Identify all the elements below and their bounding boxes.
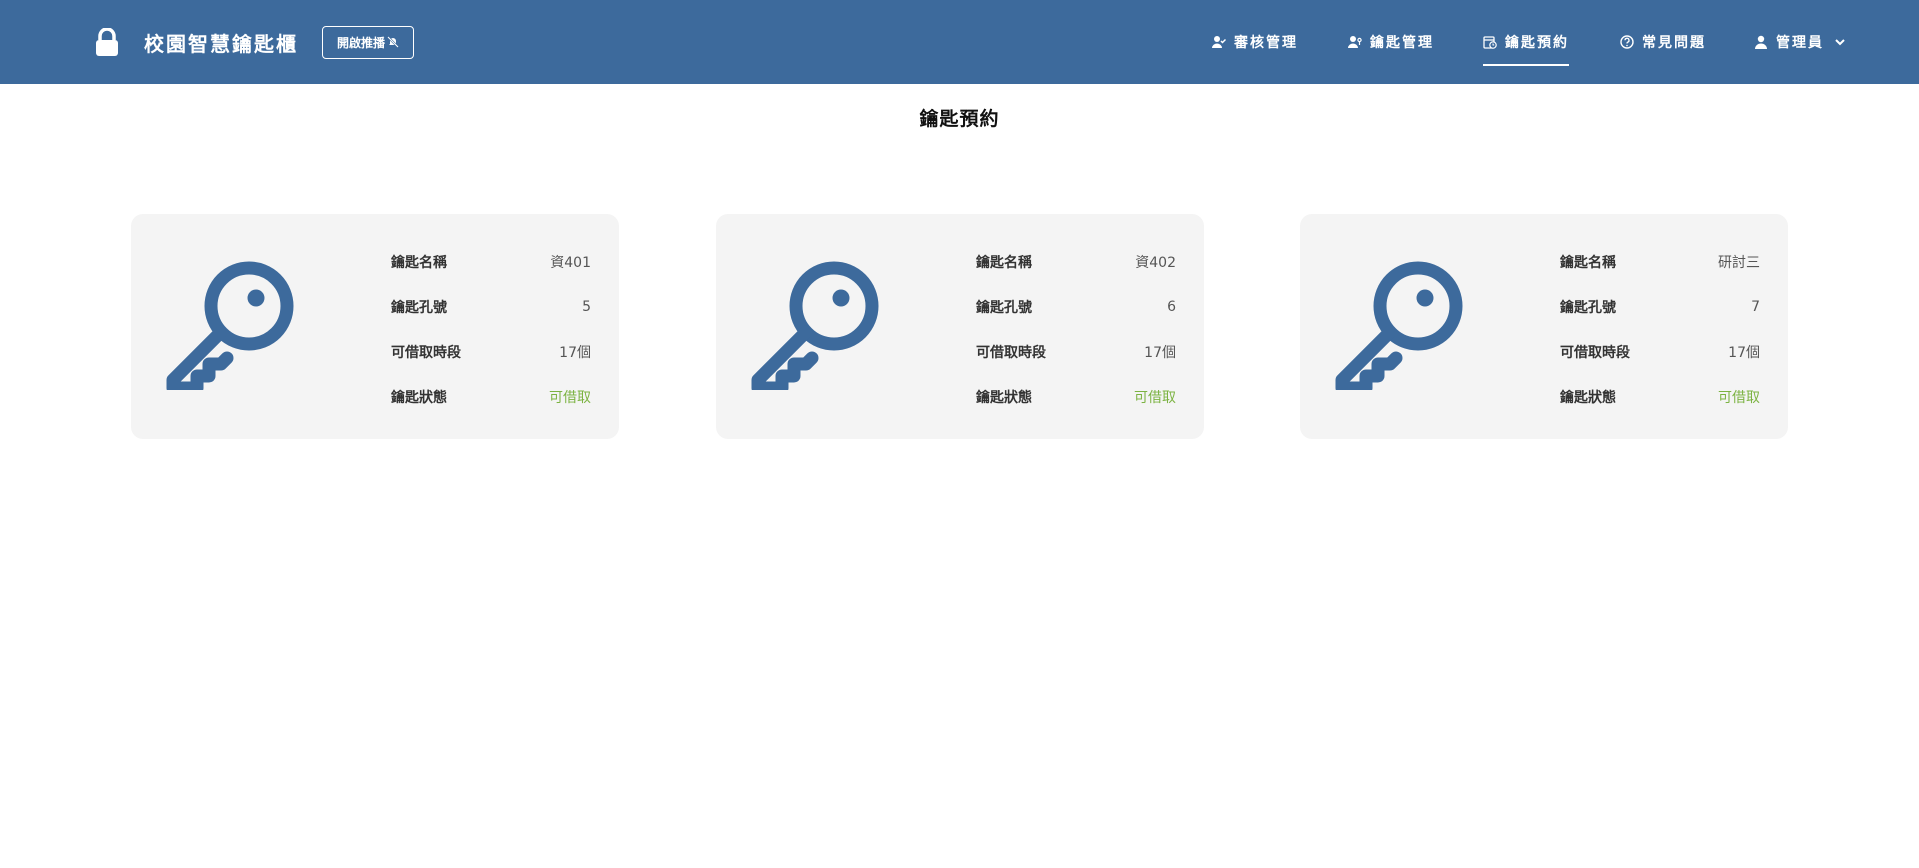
- key-periods: 17個: [559, 344, 591, 361]
- label-status: 鑰匙狀態: [391, 389, 447, 406]
- key-slot: 5: [582, 298, 591, 315]
- key-periods: 17個: [1728, 344, 1760, 361]
- key-details: 鑰匙名稱 資402 鑰匙孔號 6 可借取時段 17個 鑰匙狀態 可借取: [976, 239, 1176, 419]
- lock-icon: [96, 28, 118, 56]
- key-details: 鑰匙名稱 研討三 鑰匙孔號 7 可借取時段 17個 鑰匙狀態 可借取: [1560, 239, 1760, 419]
- label-periods: 可借取時段: [391, 344, 461, 361]
- nav-reserve-label: 鑰匙預約: [1505, 35, 1569, 51]
- question-circle-icon: [1620, 35, 1634, 49]
- key-icon: [166, 261, 294, 390]
- nav-keys[interactable]: 鑰匙管理: [1348, 0, 1434, 84]
- row-name: 鑰匙名稱 研討三: [1560, 239, 1760, 284]
- nav-faq[interactable]: 常見問題: [1620, 0, 1706, 84]
- nav-faq-label: 常見問題: [1642, 35, 1706, 51]
- row-slot: 鑰匙孔號 6: [976, 284, 1176, 329]
- status-badge: 可借取: [1134, 389, 1176, 406]
- nav-user-label: 管理員: [1776, 35, 1824, 51]
- key-details: 鑰匙名稱 資401 鑰匙孔號 5 可借取時段 17個 鑰匙狀態 可借取: [391, 239, 591, 419]
- row-periods: 可借取時段 17個: [391, 329, 591, 374]
- key-card[interactable]: 鑰匙名稱 資401 鑰匙孔號 5 可借取時段 17個 鑰匙狀態 可借取: [131, 214, 619, 439]
- key-icon: [1335, 261, 1463, 390]
- key-slot: 6: [1167, 298, 1176, 315]
- nav-review[interactable]: 審核管理: [1212, 0, 1298, 84]
- label-name: 鑰匙名稱: [976, 254, 1032, 271]
- brand[interactable]: 校園智慧鑰匙櫃 開啟推播: [94, 0, 415, 84]
- row-slot: 鑰匙孔號 7: [1560, 284, 1760, 329]
- row-periods: 可借取時段 17個: [1560, 329, 1760, 374]
- user-key-icon: [1348, 36, 1362, 48]
- nav-user-menu[interactable]: 管理員: [1754, 0, 1846, 84]
- page-title: 鑰匙預約: [919, 108, 1000, 130]
- key-icon: [751, 261, 879, 390]
- key-name: 資402: [1135, 254, 1176, 271]
- status-badge: 可借取: [1718, 389, 1760, 406]
- chevron-down-icon: [1835, 39, 1845, 46]
- key-name: 研討三: [1718, 254, 1760, 271]
- row-name: 鑰匙名稱 資401: [391, 239, 591, 284]
- key-name: 資401: [550, 254, 591, 271]
- calendar-clock-icon: [1483, 36, 1497, 49]
- label-status: 鑰匙狀態: [1560, 389, 1616, 406]
- status-badge: 可借取: [549, 389, 591, 406]
- key-slot: 7: [1751, 298, 1760, 315]
- key-periods: 17個: [1144, 344, 1176, 361]
- row-name: 鑰匙名稱 資402: [976, 239, 1176, 284]
- label-slot: 鑰匙孔號: [1560, 299, 1616, 316]
- label-name: 鑰匙名稱: [1560, 254, 1616, 271]
- bell-slash-icon: [387, 36, 399, 48]
- row-periods: 可借取時段 17個: [976, 329, 1176, 374]
- row-slot: 鑰匙孔號 5: [391, 284, 591, 329]
- user-check-icon: [1212, 36, 1226, 48]
- label-status: 鑰匙狀態: [976, 389, 1032, 406]
- nav-reserve[interactable]: 鑰匙預約: [1483, 0, 1569, 84]
- label-slot: 鑰匙孔號: [976, 299, 1032, 316]
- row-status: 鑰匙狀態 可借取: [976, 374, 1176, 419]
- push-notification-button[interactable]: 開啟推播: [322, 25, 415, 59]
- nav-review-label: 審核管理: [1234, 35, 1298, 51]
- label-slot: 鑰匙孔號: [391, 299, 447, 316]
- label-name: 鑰匙名稱: [391, 254, 447, 271]
- label-periods: 可借取時段: [976, 344, 1046, 361]
- row-status: 鑰匙狀態 可借取: [1560, 374, 1760, 419]
- nav-keys-label: 鑰匙管理: [1370, 35, 1434, 51]
- label-periods: 可借取時段: [1560, 344, 1630, 361]
- push-button-label: 開啟推播: [337, 35, 386, 50]
- user-icon: [1755, 35, 1767, 49]
- brand-title[interactable]: 校園智慧鑰匙櫃: [144, 28, 298, 57]
- navbar: 校園智慧鑰匙櫃 開啟推播 審核管理 鑰匙管理 鑰匙預約 常見問題 管理員: [0, 0, 1919, 84]
- key-card[interactable]: 鑰匙名稱 研討三 鑰匙孔號 7 可借取時段 17個 鑰匙狀態 可借取: [1300, 214, 1788, 439]
- key-card[interactable]: 鑰匙名稱 資402 鑰匙孔號 6 可借取時段 17個 鑰匙狀態 可借取: [716, 214, 1204, 439]
- row-status: 鑰匙狀態 可借取: [391, 374, 591, 419]
